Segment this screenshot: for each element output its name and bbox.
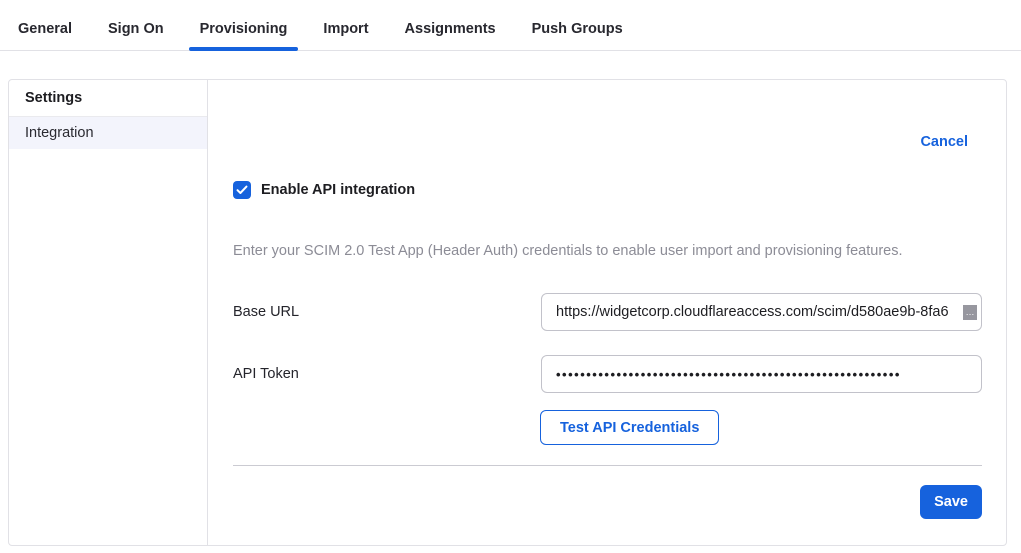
base-url-row: Base URL https://widgetcorp.cloudflareac… xyxy=(233,293,982,331)
tab-sign-on[interactable]: Sign On xyxy=(97,17,175,50)
checkmark-icon xyxy=(236,185,248,195)
tab-import[interactable]: Import xyxy=(312,17,379,50)
enable-api-integration-label: Enable API integration xyxy=(261,182,415,198)
tab-push-groups[interactable]: Push Groups xyxy=(521,17,634,50)
test-api-credentials-button[interactable]: Test API Credentials xyxy=(540,410,719,445)
cancel-row: Cancel xyxy=(233,134,982,150)
base-url-input[interactable]: https://widgetcorp.cloudflareaccess.com/… xyxy=(541,293,982,331)
cancel-link[interactable]: Cancel xyxy=(920,134,968,150)
sidebar-header: Settings xyxy=(9,80,207,117)
save-row: Save xyxy=(233,485,982,519)
enable-api-integration-row: Enable API integration xyxy=(233,181,982,199)
base-url-label: Base URL xyxy=(233,304,541,320)
base-url-value: https://widgetcorp.cloudflareaccess.com/… xyxy=(556,304,963,320)
api-token-label: API Token xyxy=(233,366,541,382)
footer-divider xyxy=(233,465,982,466)
tab-general[interactable]: General xyxy=(7,17,83,50)
integration-form: Cancel Enable API integration Enter your… xyxy=(208,80,1006,545)
sidebar-item-integration[interactable]: Integration xyxy=(9,117,207,149)
credentials-description: Enter your SCIM 2.0 Test App (Header Aut… xyxy=(233,243,982,259)
api-token-masked-value: ••••••••••••••••••••••••••••••••••••••••… xyxy=(556,367,901,382)
api-token-input[interactable]: ••••••••••••••••••••••••••••••••••••••••… xyxy=(541,355,982,393)
provisioning-panel: Settings Integration Cancel Enable API i… xyxy=(8,79,1007,546)
app-tab-bar: General Sign On Provisioning Import Assi… xyxy=(0,0,1021,51)
tab-provisioning[interactable]: Provisioning xyxy=(189,17,299,50)
enable-api-integration-checkbox[interactable] xyxy=(233,181,251,199)
text-overflow-artifact: … xyxy=(963,305,977,320)
api-token-row: API Token ••••••••••••••••••••••••••••••… xyxy=(233,355,982,393)
settings-sidebar: Settings Integration xyxy=(9,80,208,545)
save-button[interactable]: Save xyxy=(920,485,982,519)
tab-assignments[interactable]: Assignments xyxy=(394,17,507,50)
